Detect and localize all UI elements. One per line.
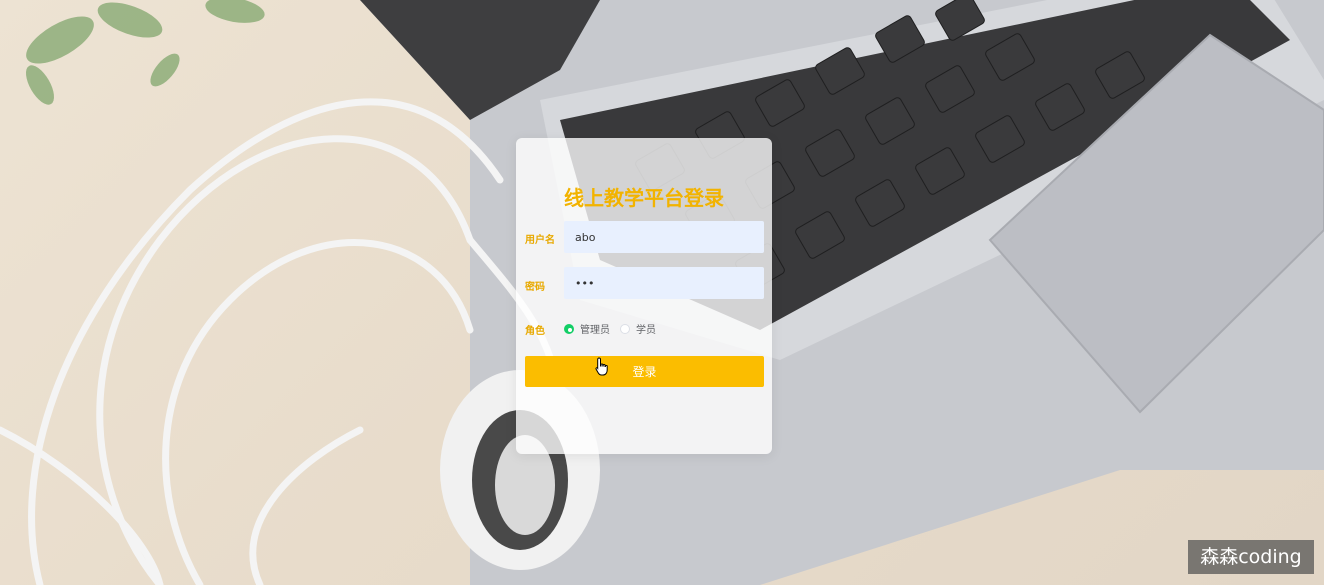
username-input[interactable] (564, 221, 764, 253)
radio-checked-icon[interactable] (564, 323, 574, 334)
role-radio-group: 管理员 学员 (564, 321, 666, 336)
password-label: 密码 (525, 282, 545, 293)
role-option-admin-label: 管理员 (580, 325, 610, 336)
plant-leaves (26, 0, 265, 105)
username-label: 用户名 (525, 235, 555, 246)
radio-unchecked-icon[interactable] (620, 323, 630, 334)
login-button[interactable]: 登录 (525, 356, 764, 387)
login-card: 线上教学平台登录 用户名 密码 角色 管理员 学员 登录 (516, 138, 772, 454)
login-title: 线上教学平台登录 (564, 186, 724, 210)
role-option-student-label: 学员 (636, 325, 656, 336)
role-option-admin[interactable]: 管理员 (564, 321, 610, 336)
watermark: 森森coding (1188, 540, 1314, 574)
role-label: 角色 (525, 326, 545, 337)
password-input[interactable] (564, 267, 764, 299)
hand-cursor-icon (595, 357, 608, 376)
role-option-student[interactable]: 学员 (620, 321, 656, 336)
